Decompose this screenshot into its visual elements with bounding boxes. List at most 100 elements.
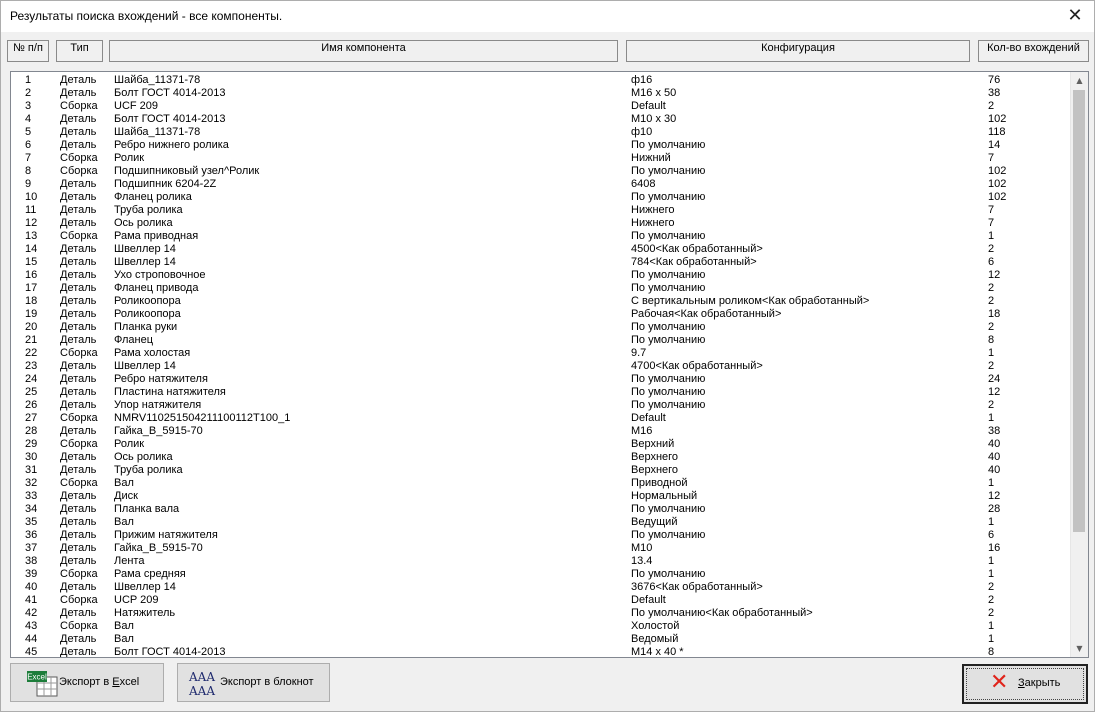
table-row[interactable]: 6 Деталь Ребро нижнего ролика По умолчанию 1… <box>11 139 1072 152</box>
row-count: 1 <box>988 347 995 359</box>
table-row[interactable]: 29 Сборка Ролик Верхний 40 <box>11 438 1072 451</box>
table-row[interactable]: 11 Деталь Труба ролика Нижнего 7 <box>11 204 1072 217</box>
table-row[interactable]: 32 Сборка Вал Приводной 1 <box>11 477 1072 490</box>
table-row[interactable]: 23 Деталь Швеллер 14 4700<Как обработанный>… <box>11 360 1072 373</box>
row-component-name: Подшипник 6204-2Z <box>114 178 217 190</box>
row-configuration: Приводной <box>631 477 688 489</box>
table-row[interactable]: 14 Деталь Швеллер 14 4500<Как обработанный>… <box>11 243 1072 256</box>
table-row[interactable]: 45 Деталь Болт ГОСТ 4014-2013 M14 x 40 * 8 <box>11 646 1072 658</box>
table-row[interactable]: 8 Сборка Подшипниковый узел^Ролик По умолча… <box>11 165 1072 178</box>
table-row[interactable]: 43 Сборка Вал Холостой 1 <box>11 620 1072 633</box>
row-configuration: 4700<Как обработанный> <box>631 360 763 372</box>
table-row[interactable]: 36 Деталь Прижим натяжителя По умолчанию 6 <box>11 529 1072 542</box>
row-configuration: По умолчанию<Как обработанный> <box>631 607 813 619</box>
table-row[interactable]: 4 Деталь Болт ГОСТ 4014-2013 M10 x 30 102 <box>11 113 1072 126</box>
row-type: Деталь <box>60 529 97 541</box>
row-count: 1 <box>988 555 995 567</box>
table-row[interactable]: 12 Деталь Ось ролика Нижнего 7 <box>11 217 1072 230</box>
table-row[interactable]: 21 Деталь Фланец По умолчанию 8 <box>11 334 1072 347</box>
table-row[interactable]: 17 Деталь Фланец привода По умолчанию 2 <box>11 282 1072 295</box>
row-type: Деталь <box>60 321 97 333</box>
table-row[interactable]: 27 Сборка NMRV110251504211100112T100_1 Defa… <box>11 412 1072 425</box>
row-configuration: M10 x 30 <box>631 113 677 125</box>
row-configuration: 4500<Как обработанный> <box>631 243 763 255</box>
row-count: 12 <box>988 269 1001 281</box>
row-count: 2 <box>988 295 995 307</box>
table-row[interactable]: 16 Деталь Ухо строповочное По умолчанию 12 <box>11 269 1072 282</box>
table-row[interactable]: 5 Деталь Шайба_11371-78 ф10 118 <box>11 126 1072 139</box>
column-header-type[interactable]: Тип <box>56 40 103 62</box>
table-row[interactable]: 34 Деталь Планка вала По умолчанию 28 <box>11 503 1072 516</box>
row-count: 1 <box>988 633 995 645</box>
row-type: Деталь <box>60 581 97 593</box>
column-header-config[interactable]: Конфигурация <box>626 40 970 62</box>
table-row[interactable]: 18 Деталь Роликоопора С вертикальным ролико… <box>11 295 1072 308</box>
table-row[interactable]: 20 Деталь Планка руки По умолчанию 2 <box>11 321 1072 334</box>
row-component-name: Гайка_В_5915-70 <box>114 542 203 554</box>
row-configuration: Верхнего <box>631 464 679 476</box>
row-configuration: ф10 <box>631 126 653 138</box>
row-type: Деталь <box>60 113 97 125</box>
row-count: 40 <box>988 438 1001 450</box>
table-row[interactable]: 35 Деталь Вал Ведущий 1 <box>11 516 1072 529</box>
table-row[interactable]: 40 Деталь Швеллер 14 3676<Как обработанный>… <box>11 581 1072 594</box>
close-button[interactable]: ✕ Закрыть <box>962 664 1088 704</box>
scroll-up-arrow-icon[interactable]: ▲ <box>1071 72 1088 89</box>
results-dialog: Результаты поиска вхождений - все компон… <box>0 0 1095 712</box>
table-row[interactable]: 31 Деталь Труба ролика Верхнего 40 <box>11 464 1072 477</box>
scroll-down-arrow-icon[interactable]: ▼ <box>1071 640 1088 657</box>
table-row[interactable]: 25 Деталь Пластина натяжителя По умолчанию 1… <box>11 386 1072 399</box>
results-list[interactable]: 1 Деталь Шайба_11371-78 ф16 76 2 Деталь Болт ГО… <box>10 71 1089 658</box>
row-number: 17 <box>25 282 38 294</box>
column-header-count[interactable]: Кол-во вхождений <box>978 40 1089 62</box>
table-row[interactable]: 10 Деталь Фланец ролика По умолчанию 102 <box>11 191 1072 204</box>
table-row[interactable]: 38 Деталь Лента 13.4 1 <box>11 555 1072 568</box>
row-component-name: Швеллер 14 <box>114 360 176 372</box>
table-row[interactable]: 37 Деталь Гайка_В_5915-70 M10 16 <box>11 542 1072 555</box>
row-component-name: Вал <box>114 633 134 645</box>
export-excel-button[interactable]: Excel Экспорт в Excel <box>10 663 164 702</box>
row-count: 7 <box>988 217 995 229</box>
row-configuration: Default <box>631 412 666 424</box>
row-configuration: Нижнего <box>631 204 675 216</box>
vertical-scrollbar[interactable]: ▲ ▼ <box>1070 72 1088 657</box>
row-type: Деталь <box>60 503 97 515</box>
column-header-num[interactable]: № п/п <box>7 40 49 62</box>
row-number: 10 <box>25 191 38 203</box>
column-header-name[interactable]: Имя компонента <box>109 40 618 62</box>
row-component-name: Фланец <box>114 334 154 346</box>
table-row[interactable]: 15 Деталь Швеллер 14 784<Как обработанный> 6 <box>11 256 1072 269</box>
row-count: 102 <box>988 191 1007 203</box>
table-row[interactable]: 3 Сборка UCF 209 Default 2 <box>11 100 1072 113</box>
table-row[interactable]: 1 Деталь Шайба_11371-78 ф16 76 <box>11 74 1072 87</box>
notepad-icon-text: AAA <box>188 670 215 684</box>
table-row[interactable]: 7 Сборка Ролик Нижний 7 <box>11 152 1072 165</box>
row-type: Сборка <box>60 620 98 632</box>
row-number: 14 <box>25 243 38 255</box>
table-row[interactable]: 22 Сборка Рама холостая 9.7 1 <box>11 347 1072 360</box>
table-row[interactable]: 24 Деталь Ребро натяжителя По умолчанию 24 <box>11 373 1072 386</box>
table-row[interactable]: 13 Сборка Рама приводная По умолчанию 1 <box>11 230 1072 243</box>
row-number: 45 <box>25 646 38 658</box>
table-row[interactable]: 33 Деталь Диск Нормальный 12 <box>11 490 1072 503</box>
table-row[interactable]: 30 Деталь Ось ролика Верхнего 40 <box>11 451 1072 464</box>
table-row[interactable]: 26 Деталь Упор натяжителя По умолчанию 2 <box>11 399 1072 412</box>
row-configuration: По умолчанию <box>631 399 706 411</box>
row-component-name: Натяжитель <box>114 607 176 619</box>
table-row[interactable]: 44 Деталь Вал Ведомый 1 <box>11 633 1072 646</box>
row-configuration: 6408 <box>631 178 656 190</box>
scrollbar-thumb[interactable] <box>1073 90 1085 532</box>
export-notepad-button[interactable]: AAA AAA Экспорт в блокнот <box>177 663 330 702</box>
table-row[interactable]: 28 Деталь Гайка_В_5915-70 M16 38 <box>11 425 1072 438</box>
table-row[interactable]: 41 Сборка UCP 209 Default 2 <box>11 594 1072 607</box>
row-count: 102 <box>988 178 1007 190</box>
row-component-name: Ось ролика <box>114 451 173 463</box>
row-count: 1 <box>988 477 995 489</box>
table-row[interactable]: 2 Деталь Болт ГОСТ 4014-2013 M16 x 50 38 <box>11 87 1072 100</box>
close-window-icon[interactable]: ✕ <box>1064 5 1086 27</box>
table-row[interactable]: 39 Сборка Рама средняя По умолчанию 1 <box>11 568 1072 581</box>
table-row[interactable]: 9 Деталь Подшипник 6204-2Z 6408 102 <box>11 178 1072 191</box>
table-row[interactable]: 42 Деталь Натяжитель По умолчанию<Как обраб… <box>11 607 1072 620</box>
table-row[interactable]: 19 Деталь Роликоопора Рабочая<Как обработан… <box>11 308 1072 321</box>
row-configuration: По умолчанию <box>631 165 706 177</box>
